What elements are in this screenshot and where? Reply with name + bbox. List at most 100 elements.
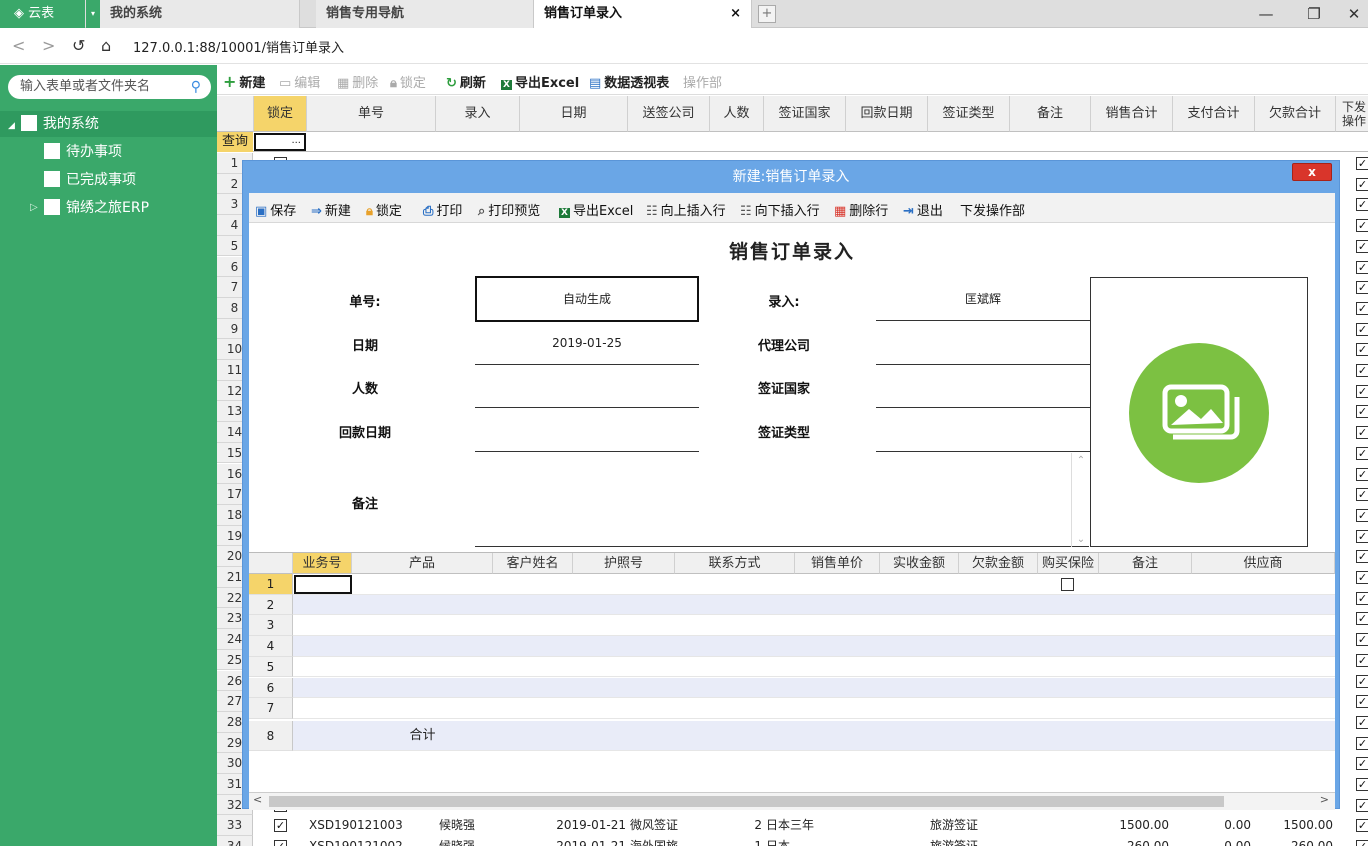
detail-col-owed[interactable]: 欠款金额 xyxy=(959,553,1038,574)
detail-col-insurance[interactable]: 购买保险 xyxy=(1038,553,1099,574)
dispatch-checkbox[interactable]: ✓ xyxy=(1356,550,1368,564)
dispatch-checkbox[interactable]: ✓ xyxy=(1356,488,1368,502)
forward-icon[interactable]: > xyxy=(42,36,55,55)
dispatch-checkbox[interactable]: ✓ xyxy=(1356,529,1368,543)
new-button[interactable]: + 新建 xyxy=(223,72,265,91)
col-header-date[interactable]: 日期 xyxy=(520,96,628,132)
detail-row-number[interactable]: 2 xyxy=(249,594,293,616)
tab-sales-order[interactable]: 销售订单录入 × xyxy=(534,0,752,28)
ops-button[interactable]: 操作部 xyxy=(683,72,722,91)
detail-col-passport[interactable]: 护照号 xyxy=(573,553,675,574)
dispatch-checkbox[interactable]: ✓ xyxy=(1356,322,1368,336)
grid-cell[interactable]: 日本三年 xyxy=(766,815,844,835)
grid-cell[interactable]: 2019-01-21 xyxy=(520,815,626,835)
scroll-up-icon[interactable]: ⌃ xyxy=(1072,455,1090,466)
detail-row-number[interactable]: 7 xyxy=(249,698,293,719)
date-field[interactable]: 2019-01-25 xyxy=(475,323,699,365)
grid-cell[interactable]: 0.00 xyxy=(1173,836,1251,846)
col-header-lock[interactable]: 锁定 xyxy=(254,96,307,132)
dispatch-ops-button[interactable]: 下发操作部 xyxy=(960,200,1025,219)
print-button[interactable]: ⎙ 打印 xyxy=(423,200,462,219)
dispatch-checkbox[interactable]: ✓ xyxy=(1356,653,1368,667)
dialog-lock-button[interactable]: 🔒︎ 锁定 xyxy=(366,200,402,219)
dispatch-checkbox[interactable]: ✓ xyxy=(1356,612,1368,626)
detail-row[interactable] xyxy=(293,677,1335,699)
detail-col-received[interactable]: 实收金额 xyxy=(880,553,959,574)
people-field[interactable] xyxy=(475,366,699,408)
scroll-left-icon[interactable]: < xyxy=(253,793,262,806)
dispatch-checkbox[interactable]: ✓ xyxy=(1356,840,1368,846)
grid-cell[interactable]: 候晓强 xyxy=(439,815,519,835)
insert-above-button[interactable]: ☷ 向上插入行 xyxy=(646,200,726,219)
app-menu[interactable]: ◈ 云表 xyxy=(0,0,85,28)
collapse-icon[interactable]: ▷ xyxy=(30,195,38,221)
dispatch-checkbox[interactable]: ✓ xyxy=(1356,778,1368,791)
detail-col-product[interactable]: 产品 xyxy=(352,553,493,574)
detail-col-contact[interactable]: 联系方式 xyxy=(675,553,795,574)
detail-row[interactable] xyxy=(293,636,1335,657)
delete-row-button[interactable]: ▦ 删除行 xyxy=(834,200,888,219)
detail-row-number[interactable]: 1 xyxy=(249,574,293,595)
lock-checkbox[interactable]: ✓ xyxy=(274,840,287,846)
dispatch-checkbox[interactable]: ✓ xyxy=(1356,633,1368,647)
dispatch-checkbox[interactable]: ✓ xyxy=(1356,571,1368,584)
col-header-return-date[interactable]: 回款日期 xyxy=(846,96,928,132)
grid-cell[interactable]: 候晓强 xyxy=(439,836,519,846)
return-date-field[interactable] xyxy=(475,410,699,452)
grid-cell[interactable]: 2019-01-21 xyxy=(520,836,626,846)
print-preview-button[interactable]: ⌕ 打印预览 xyxy=(478,200,540,219)
grid-cell[interactable]: 旅游签证 xyxy=(930,815,1008,835)
grid-cell[interactable]: 1 xyxy=(710,836,762,846)
dispatch-checkbox[interactable]: ✓ xyxy=(1356,343,1368,357)
detail-col-business-no[interactable]: 业务号 xyxy=(293,553,352,574)
dispatch-checkbox[interactable]: ✓ xyxy=(1356,364,1368,377)
delete-button[interactable]: ▦ 删除 xyxy=(337,72,378,91)
detail-row-number[interactable]: 6 xyxy=(249,677,293,699)
order-no-field[interactable]: 自动生成 xyxy=(475,276,699,322)
dialog-new-button[interactable]: ⇒ 新建 xyxy=(311,200,351,219)
dispatch-checkbox[interactable]: ✓ xyxy=(1356,239,1368,253)
edit-button[interactable]: ▭ 编辑 xyxy=(279,72,320,91)
col-header-visa-type[interactable]: 签证类型 xyxy=(928,96,1010,132)
dispatch-checkbox[interactable]: ✓ xyxy=(1356,426,1368,440)
col-header-sales-total[interactable]: 销售合计 xyxy=(1091,96,1173,132)
entered-by-field[interactable]: 匡斌辉 xyxy=(876,279,1090,321)
col-header-people[interactable]: 人数 xyxy=(710,96,764,132)
insurance-checkbox[interactable] xyxy=(1061,578,1074,591)
grid-cell[interactable]: 1500.00 xyxy=(1255,815,1333,835)
grid-cell[interactable]: XSD190121003 xyxy=(309,815,435,835)
dispatch-checkbox[interactable]: ✓ xyxy=(1356,157,1368,170)
col-header-owed-total[interactable]: 欠款合计 xyxy=(1255,96,1336,132)
row-number[interactable]: 34 xyxy=(217,836,253,846)
restore-button[interactable]: ❐ xyxy=(1294,0,1334,28)
dispatch-checkbox[interactable]: ✓ xyxy=(1356,695,1368,709)
dispatch-checkbox[interactable]: ✓ xyxy=(1356,446,1368,460)
grid-cell[interactable]: 2 xyxy=(710,815,762,835)
dispatch-checkbox[interactable]: ✓ xyxy=(1356,508,1368,522)
dispatch-checkbox[interactable]: ✓ xyxy=(1356,591,1368,605)
exit-button[interactable]: ⇥ 退出 xyxy=(903,200,943,219)
detail-row[interactable] xyxy=(293,594,1335,616)
back-icon[interactable]: < xyxy=(12,36,25,55)
col-header-country[interactable]: 签证国家 xyxy=(764,96,846,132)
refresh-button[interactable]: ↻ 刷新 xyxy=(446,72,486,91)
col-header-order-no[interactable]: 单号 xyxy=(307,96,436,132)
app-dropdown-icon[interactable]: ▾ xyxy=(86,0,100,28)
dispatch-checkbox[interactable]: ✓ xyxy=(1356,798,1368,812)
lock-button[interactable]: 🔒︎ 锁定 xyxy=(390,72,426,91)
detail-col-unit-price[interactable]: 销售单价 xyxy=(795,553,880,574)
detail-row-number[interactable]: 5 xyxy=(249,656,293,678)
new-tab-button[interactable]: + xyxy=(758,5,776,23)
country-field[interactable] xyxy=(876,366,1090,408)
grid-cell[interactable]: 日本 xyxy=(766,836,844,846)
detail-row-number[interactable]: 3 xyxy=(249,615,293,637)
visa-type-field[interactable] xyxy=(876,410,1090,452)
detail-row[interactable] xyxy=(293,615,1335,637)
dispatch-checkbox[interactable]: ✓ xyxy=(1356,177,1368,191)
sidebar-item-my-system[interactable]: ◢ 我的系统 xyxy=(0,111,217,137)
dispatch-checkbox[interactable]: ✓ xyxy=(1356,757,1368,771)
home-icon[interactable]: ⌂ xyxy=(101,36,111,55)
sidebar-item-done[interactable]: 已完成事项 xyxy=(0,167,217,193)
grid-cell[interactable]: XSD190121002 xyxy=(309,836,435,846)
grid-cell[interactable]: 260.00 xyxy=(1255,836,1333,846)
